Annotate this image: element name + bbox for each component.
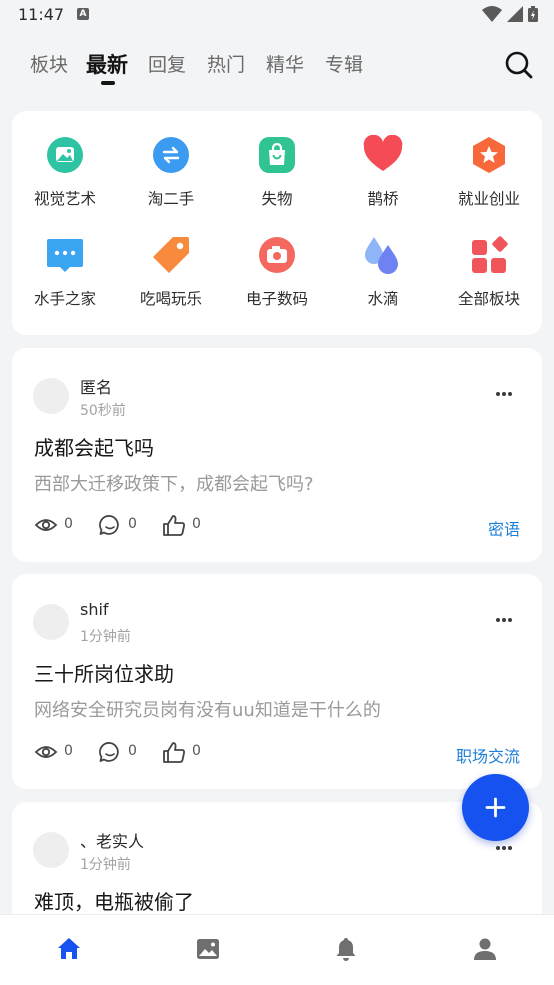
nav-home[interactable]: [55, 935, 83, 963]
more-options-icon[interactable]: [492, 388, 516, 400]
water-drop-icon: [365, 237, 398, 274]
post-author[interactable]: 、老实人: [80, 828, 144, 852]
category-label: 失物: [261, 190, 293, 208]
post-title[interactable]: 三十所岗位求助: [34, 658, 174, 687]
post-time: 1分钟前: [80, 629, 131, 645]
bottom-navigation: [0, 914, 554, 985]
category-label: 淘二手: [147, 190, 195, 208]
post-card[interactable]: 匿名 50秒前 成都会起飞吗 西部大迁移政策下，成都会起飞吗? 0 0 0 密语: [12, 348, 542, 562]
post-card[interactable]: shif 1分钟前 三十所岗位求助 网络安全研究员岗有没有uu知道是干什么的 0…: [12, 574, 542, 789]
wifi-icon: [481, 6, 502, 22]
signal-icon: [506, 6, 523, 22]
thumbs-up-icon: [163, 515, 185, 536]
eye-icon: [34, 746, 58, 758]
notification-a-icon: A: [77, 8, 89, 20]
category-sailor-home[interactable]: 水手之家: [12, 235, 118, 325]
category-label: 水滴: [367, 290, 399, 308]
more-options-icon[interactable]: [492, 614, 516, 626]
star-badge-icon: [473, 137, 505, 173]
comments-count: 0: [128, 516, 137, 532]
more-options-icon[interactable]: [492, 842, 516, 854]
tab-featured[interactable]: 精华: [266, 50, 304, 77]
nav-gallery[interactable]: [194, 935, 222, 963]
new-post-button[interactable]: [462, 774, 529, 841]
post-excerpt[interactable]: 网络安全研究员岗有没有uu知道是干什么的: [34, 696, 381, 722]
home-icon: [58, 938, 80, 959]
image-icon: [47, 137, 83, 173]
post-category-tag[interactable]: 职场交流: [456, 743, 520, 767]
eye-icon: [34, 519, 58, 531]
post-time: 50秒前: [80, 403, 126, 419]
search-icon: [505, 51, 533, 79]
tab-latest[interactable]: 最新: [86, 49, 128, 79]
heart-icon: [363, 135, 403, 171]
tab-hot[interactable]: 热门: [207, 50, 245, 77]
comment-icon: [99, 515, 119, 535]
gallery-icon: [197, 939, 219, 959]
avatar[interactable]: [33, 604, 69, 640]
plus-icon: [485, 797, 506, 818]
battery-icon: [528, 6, 538, 22]
tab-albums[interactable]: 专辑: [325, 50, 363, 77]
active-tab-indicator: [101, 81, 115, 85]
tag-icon: [153, 237, 189, 273]
post-author[interactable]: 匿名: [80, 374, 112, 398]
avatar[interactable]: [33, 378, 69, 414]
category-label: 视觉艺术: [33, 190, 96, 208]
category-grid: 视觉艺术 淘二手 失物 鹊桥 就业创业 水手之家 吃喝玩乐 电子数码 水滴 全部…: [12, 111, 542, 335]
category-employment[interactable]: 就业创业: [436, 135, 542, 225]
post-title[interactable]: 成都会起飞吗: [34, 432, 154, 461]
post-author[interactable]: shif: [80, 600, 109, 619]
category-water-drop[interactable]: 水滴: [330, 235, 436, 325]
category-second-hand[interactable]: 淘二手: [118, 135, 224, 225]
category-label: 水手之家: [33, 290, 96, 308]
bell-icon: [336, 938, 356, 961]
category-label: 全部板块: [457, 290, 520, 308]
post-category-tag[interactable]: 密语: [488, 516, 520, 540]
camera-icon: [259, 237, 295, 273]
views-count: 0: [64, 743, 73, 759]
tab-board[interactable]: 板块: [30, 50, 68, 77]
status-icons: [481, 6, 538, 24]
tab-replies[interactable]: 回复: [148, 50, 186, 77]
likes-count: 0: [192, 743, 201, 759]
shopping-bag-icon: [259, 137, 295, 173]
post-time: 1分钟前: [80, 857, 131, 873]
post-excerpt[interactable]: 西部大迁移政策下，成都会起飞吗?: [34, 470, 314, 496]
nav-profile[interactable]: [471, 935, 499, 963]
likes-count: 0: [192, 516, 201, 532]
status-time: 11:47: [18, 5, 65, 24]
category-electronics[interactable]: 电子数码: [224, 235, 330, 325]
category-label: 鹊桥: [367, 190, 399, 208]
nav-notifications[interactable]: [332, 935, 360, 963]
post-title[interactable]: 难顶，电瓶被偷了: [34, 886, 194, 915]
category-label: 吃喝玩乐: [139, 290, 202, 308]
status-bar: 11:47 A: [0, 0, 554, 32]
category-lost-found[interactable]: 失物: [224, 135, 330, 225]
all-blocks-icon: [472, 236, 508, 273]
comment-icon: [99, 742, 119, 762]
thumbs-up-icon: [163, 742, 185, 763]
views-count: 0: [64, 516, 73, 532]
category-all-blocks[interactable]: 全部板块: [436, 235, 542, 325]
exchange-icon: [153, 137, 189, 173]
profile-icon: [474, 938, 496, 960]
category-magpie-bridge[interactable]: 鹊桥: [330, 135, 436, 225]
category-label: 就业创业: [457, 190, 520, 208]
category-label: 电子数码: [245, 290, 308, 308]
search-button[interactable]: [502, 48, 536, 82]
category-food-fun[interactable]: 吃喝玩乐: [118, 235, 224, 325]
top-tab-bar: 板块 最新 回复 热门 精华 专辑: [0, 40, 554, 90]
category-visual-art[interactable]: 视觉艺术: [12, 135, 118, 225]
avatar[interactable]: [33, 832, 69, 868]
comments-count: 0: [128, 743, 137, 759]
chat-bubble-icon: [47, 239, 83, 272]
